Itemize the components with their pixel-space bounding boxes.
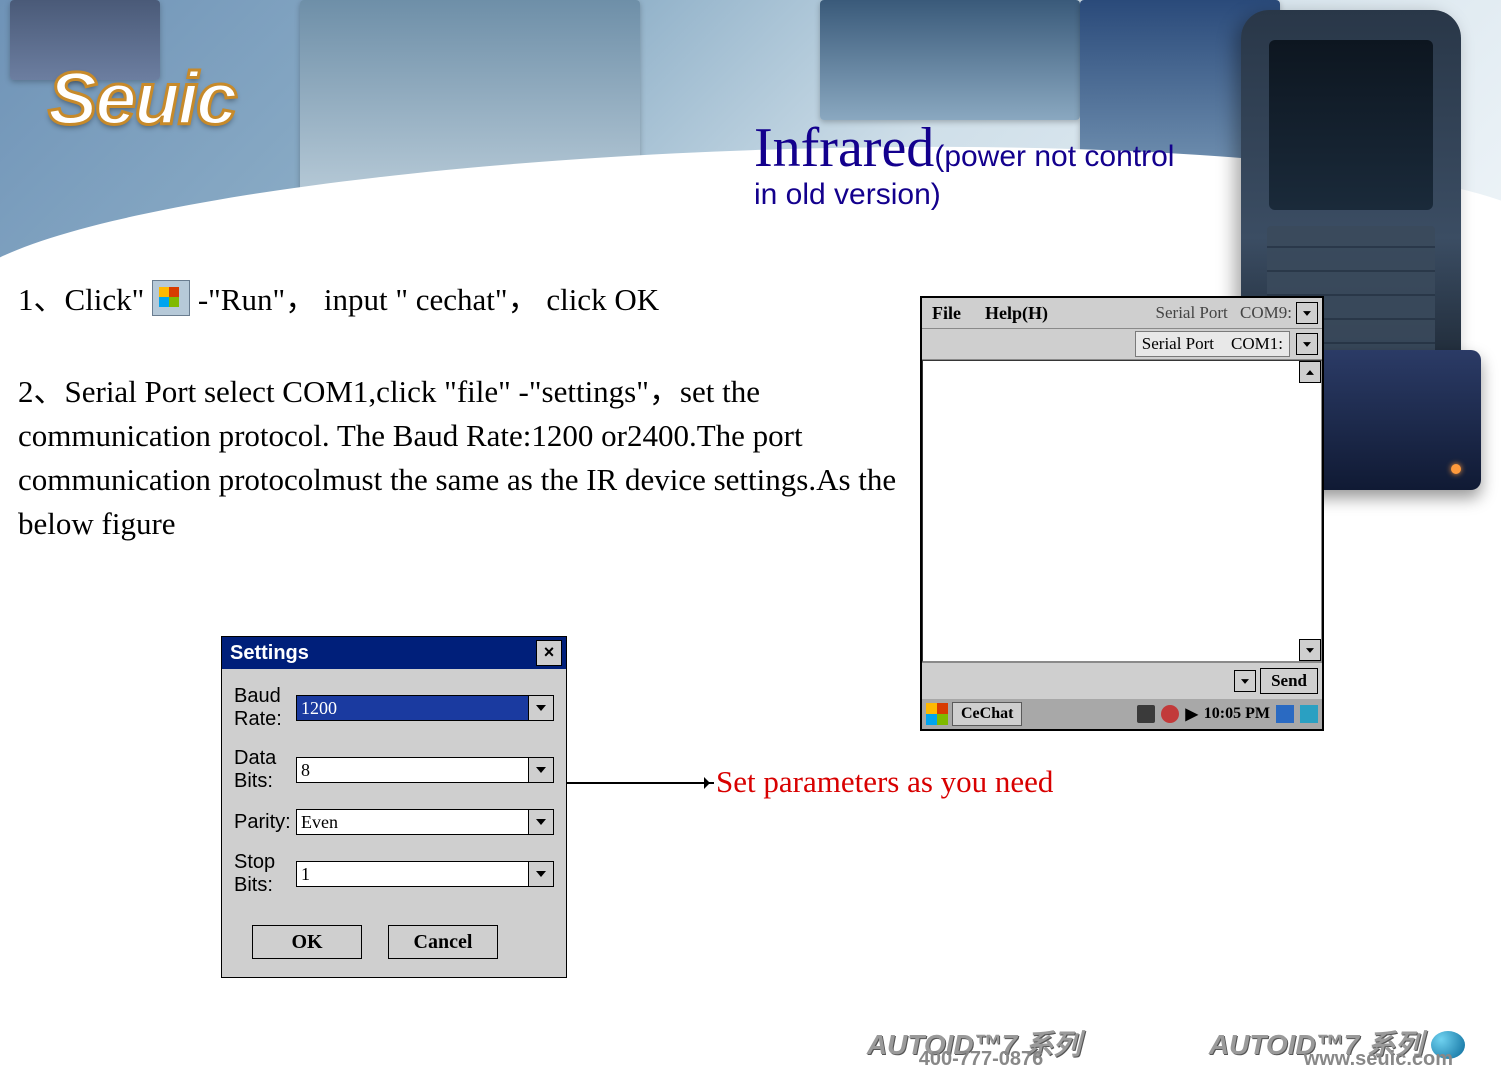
title-main: Infrared xyxy=(754,117,934,179)
menu-help[interactable]: Help(H) xyxy=(979,300,1054,327)
dropdown-icon[interactable] xyxy=(529,757,554,783)
dropdown-icon[interactable] xyxy=(529,695,554,721)
cancel-button[interactable]: Cancel xyxy=(388,925,498,959)
network-icon[interactable] xyxy=(1161,705,1179,723)
parity-combo[interactable] xyxy=(296,809,554,835)
step-1-rest: -"Run"， input " cechat"， click OK xyxy=(198,282,659,317)
baud-rate-label: Baud Rate: xyxy=(234,685,296,731)
menu-file[interactable]: File xyxy=(926,300,967,327)
cechat-textarea[interactable] xyxy=(922,360,1322,662)
annotation-arrow-icon xyxy=(554,782,714,784)
dropdown-icon[interactable] xyxy=(1234,670,1256,692)
dropdown-icon[interactable] xyxy=(1296,302,1318,324)
send-button[interactable]: Send xyxy=(1260,668,1318,694)
brand-logo: Seuic xyxy=(48,62,235,136)
stop-bits-label: Stop Bits: xyxy=(234,851,296,897)
parity-label: Parity: xyxy=(234,811,296,834)
data-bits-label: Data Bits: xyxy=(234,747,296,793)
data-bits-combo[interactable] xyxy=(296,757,554,783)
cechat-subbar: Serial Port COM1: xyxy=(922,329,1322,360)
serial-port-sub-value: COM1: xyxy=(1231,334,1283,353)
cechat-taskbar: CeChat ▶ 10:05 PM xyxy=(922,699,1322,729)
data-bits-input[interactable] xyxy=(296,757,529,783)
dropdown-icon[interactable] xyxy=(1296,333,1318,355)
annotation-text: Set parameters as you need xyxy=(716,766,1053,797)
serial-port-sub-label: Serial Port xyxy=(1142,334,1214,353)
windows-start-icon[interactable] xyxy=(926,703,948,725)
banner-photo xyxy=(820,0,1080,120)
footer-url: www.seuic.com xyxy=(1304,1048,1453,1071)
scroll-down-button[interactable] xyxy=(1299,639,1321,661)
baud-rate-combo[interactable] xyxy=(296,695,554,721)
tray-play-icon: ▶ xyxy=(1185,704,1197,724)
tray-extra-icon[interactable] xyxy=(1300,705,1318,723)
settings-titlebar: Settings × xyxy=(222,637,566,669)
slide-title: Infrared(power not control in old versio… xyxy=(754,120,1194,214)
serial-port-top: Serial Port COM9: xyxy=(1156,302,1318,324)
system-tray: ▶ 10:05 PM xyxy=(1137,704,1318,724)
taskbar-app-button[interactable]: CeChat xyxy=(952,702,1022,726)
stop-bits-combo[interactable] xyxy=(296,861,554,887)
close-button[interactable]: × xyxy=(536,640,562,666)
serial-port-sub[interactable]: Serial Port COM1: xyxy=(1135,331,1290,357)
dropdown-icon[interactable] xyxy=(529,809,554,835)
title-paren-open: ( xyxy=(934,140,944,173)
desktop-icon[interactable] xyxy=(1276,705,1294,723)
tray-clock: 10:05 PM xyxy=(1204,705,1270,723)
step-1-prefix: 1、Click" xyxy=(18,282,144,317)
parity-input[interactable] xyxy=(296,809,529,835)
settings-dialog: Settings × Baud Rate: Data Bits: Parity:… xyxy=(221,636,567,978)
scroll-up-button[interactable] xyxy=(1299,361,1321,383)
stop-bits-input[interactable] xyxy=(296,861,529,887)
windows-start-icon xyxy=(152,280,190,316)
step-2: 2、Serial Port select COM1,click "file" -… xyxy=(18,370,918,546)
dock-led-icon xyxy=(1451,464,1461,474)
dropdown-icon[interactable] xyxy=(529,861,554,887)
title-paren-close: ) xyxy=(931,178,941,211)
baud-rate-input[interactable] xyxy=(296,695,529,721)
cechat-send-row: Send xyxy=(922,662,1322,699)
keyboard-icon[interactable] xyxy=(1137,705,1155,723)
settings-title: Settings xyxy=(230,642,309,665)
footer-phone: 400-777-0876 xyxy=(881,1048,1081,1071)
serial-port-top-label: Serial Port xyxy=(1156,303,1228,323)
step-1: 1、Click" -"Run"， input " cechat"， click … xyxy=(18,278,898,322)
serial-port-top-value: COM9: xyxy=(1240,303,1292,323)
cechat-menubar: File Help(H) Serial Port COM9: xyxy=(922,298,1322,329)
ok-button[interactable]: OK xyxy=(252,925,362,959)
cechat-window: File Help(H) Serial Port COM9: Serial Po… xyxy=(920,296,1324,731)
